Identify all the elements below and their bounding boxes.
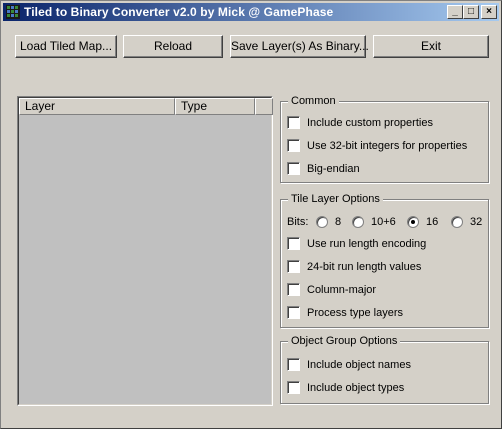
checkbox-box[interactable] — [287, 139, 300, 152]
maximize-button[interactable]: □ — [463, 5, 479, 19]
close-button[interactable]: × — [481, 5, 497, 19]
checkbox-label: Use 32-bit integers for properties — [307, 140, 468, 152]
column-header-type[interactable]: Type — [175, 98, 255, 115]
checkbox-label: Process type layers — [307, 307, 403, 319]
column-header-layer[interactable]: Layer — [19, 98, 175, 115]
bits-16-radio[interactable]: 16 — [407, 216, 447, 230]
column-header-filler — [255, 98, 273, 115]
radio-button[interactable] — [316, 216, 328, 228]
checkbox-label: Include object names — [307, 359, 411, 371]
load-tiled-map-button[interactable]: Load Tiled Map... — [15, 35, 117, 58]
checkbox-box[interactable] — [287, 283, 300, 296]
checkbox-box[interactable] — [287, 260, 300, 273]
radio-label: 8 — [335, 216, 342, 228]
checkbox-label: Use run length encoding — [307, 238, 427, 250]
checkbox-label: Big-endian — [307, 163, 360, 175]
window-title: Tiled to Binary Converter v2.0 by Mick @… — [24, 5, 334, 19]
bits-8-radio[interactable]: 8 — [316, 216, 356, 230]
layer-list-header: Layer Type — [19, 98, 273, 115]
minimize-icon: _ — [452, 6, 458, 17]
title-bar[interactable]: Tiled to Binary Converter v2.0 by Mick @… — [3, 3, 499, 21]
radio-button-selected[interactable] — [407, 216, 419, 228]
checkbox-box[interactable] — [287, 237, 300, 250]
object-group-options-title: Object Group Options — [288, 334, 401, 348]
tile-layer-options-title: Tile Layer Options — [288, 192, 383, 206]
checkbox-label: Include object types — [307, 382, 405, 394]
bits-10-6-radio[interactable]: 10+6 — [352, 216, 402, 230]
radio-button[interactable] — [352, 216, 364, 228]
layer-list[interactable]: Layer Type — [17, 96, 273, 406]
app-icon — [6, 5, 20, 19]
bits-label: Bits: — [287, 216, 309, 228]
checkbox-box[interactable] — [287, 306, 300, 319]
radio-label: 10+6 — [371, 216, 396, 228]
common-group-title: Common — [288, 94, 339, 108]
close-icon: × — [486, 6, 492, 17]
maximize-icon: □ — [467, 6, 475, 17]
radio-label: 16 — [426, 216, 439, 228]
layer-list-body[interactable]: Layer Type — [18, 97, 273, 405]
reload-button[interactable]: Reload — [123, 35, 223, 58]
common-group: Common Include custom properties Use 32-… — [280, 94, 489, 183]
object-group-options-group: Object Group Options Include object name… — [280, 334, 489, 404]
checkbox-label: Column-major — [307, 284, 377, 296]
save-layers-button[interactable]: Save Layer(s) As Binary... — [230, 35, 369, 58]
radio-button[interactable] — [451, 216, 463, 228]
checkbox-box[interactable] — [287, 381, 300, 394]
checkbox-box[interactable] — [287, 358, 300, 371]
app-window: Tiled to Binary Converter v2.0 by Mick @… — [0, 0, 502, 429]
radio-label: 32 — [470, 216, 483, 228]
checkbox-label: Include custom properties — [307, 117, 433, 129]
minimize-button[interactable]: _ — [447, 5, 463, 19]
tile-layer-options-group: Tile Layer Options Bits: 8 10+6 16 32 Us… — [280, 192, 489, 328]
bits-32-radio[interactable]: 32 — [451, 216, 487, 230]
checkbox-box[interactable] — [287, 116, 300, 129]
exit-button[interactable]: Exit — [373, 35, 489, 58]
checkbox-label: 24-bit run length values — [307, 261, 422, 273]
checkbox-box[interactable] — [287, 162, 300, 175]
